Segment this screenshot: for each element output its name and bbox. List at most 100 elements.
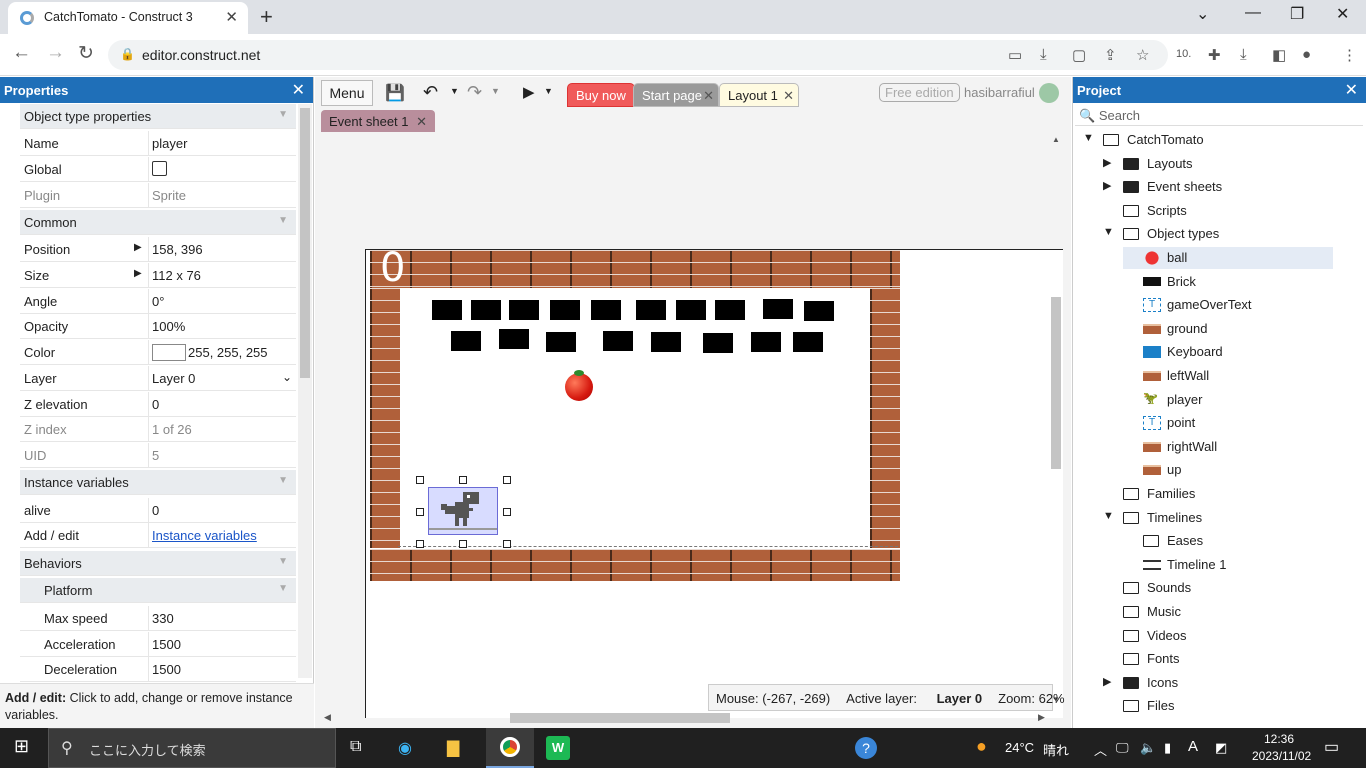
browser-tab[interactable]: CatchTomato - Construct 3 ✕	[8, 2, 248, 34]
volume-icon[interactable]: 🔈	[1140, 740, 1156, 756]
brick[interactable]	[651, 332, 681, 352]
tree-item-ground[interactable]: ground	[1123, 318, 1333, 340]
properties-category[interactable]: Object type properties ▼	[20, 104, 296, 129]
tree-item-layouts[interactable]: ▶ Layouts	[1103, 153, 1333, 175]
taskbar-search[interactable]: ⚲ ここに入力して検索	[48, 728, 336, 768]
username[interactable]: hasibarrafiul	[964, 85, 1035, 100]
undo-dropdown-icon[interactable]: ▼	[450, 86, 459, 96]
property-value[interactable]: 158, 396	[152, 242, 203, 257]
property-value[interactable]: 100%	[152, 319, 185, 334]
property-value[interactable]: 0	[152, 397, 159, 412]
menu-button[interactable]: Menu	[321, 80, 373, 106]
brick[interactable]	[636, 300, 666, 320]
minimize-icon[interactable]: —	[1245, 4, 1261, 22]
brick[interactable]	[591, 300, 621, 320]
property-row[interactable]: Max speed 330	[20, 606, 296, 631]
brick[interactable]	[676, 300, 706, 320]
property-row[interactable]: Position ▶ 158, 396	[20, 237, 296, 262]
buy-now-button[interactable]: Buy now	[567, 83, 635, 107]
brick[interactable]	[703, 333, 733, 353]
viewport-horizontal-scrollbar[interactable]: ◀ ▶	[320, 711, 1048, 725]
tab-start-page[interactable]: Start page ✕	[633, 83, 719, 107]
property-row[interactable]: Z elevation 0	[20, 392, 296, 417]
free-edition-badge[interactable]: Free edition	[879, 83, 960, 102]
tree-item-leftwall[interactable]: leftWall	[1123, 365, 1333, 387]
avatar[interactable]	[1039, 83, 1059, 103]
property-value[interactable]: 1500	[152, 637, 181, 652]
tree-item-point[interactable]: Tpoint	[1123, 412, 1333, 434]
left-wall[interactable]	[370, 288, 400, 548]
score-text[interactable]: 0	[380, 245, 405, 291]
extension-badge-icon[interactable]: 10.	[1176, 48, 1191, 60]
property-value[interactable]: Instance variables	[152, 528, 257, 543]
property-row[interactable]: Z index 1 of 26	[20, 417, 296, 442]
brick[interactable]	[751, 332, 781, 352]
tree-item-fonts[interactable]: Fonts	[1103, 648, 1333, 670]
collapse-icon[interactable]: ▼	[1083, 132, 1094, 144]
expand-icon[interactable]: ▶	[1103, 156, 1111, 169]
layer-dropdown-icon[interactable]: ⌄	[282, 370, 292, 384]
collapse-icon[interactable]: ▼	[278, 475, 288, 486]
network-icon[interactable]: 🖵	[1116, 740, 1129, 756]
close-layout-1-icon[interactable]: ✕	[783, 88, 794, 104]
close-event-sheet-icon[interactable]: ✕	[416, 114, 427, 129]
ground[interactable]	[370, 549, 900, 581]
tree-item-event-sheets[interactable]: ▶ Event sheets	[1103, 176, 1333, 198]
reload-icon[interactable]: ↻	[78, 42, 94, 65]
tab-search-icon[interactable]: ⌄	[1196, 4, 1209, 24]
preview-play-icon[interactable]: ▶	[523, 83, 535, 101]
notifications-icon[interactable]: ▭	[1324, 737, 1339, 757]
property-value[interactable]: 330	[152, 611, 174, 626]
property-value[interactable]: 1 of 26	[152, 422, 192, 437]
property-row[interactable]: Opacity 100%	[20, 314, 296, 339]
expand-icon[interactable]: ▶	[1103, 179, 1111, 192]
save-page-icon[interactable]: ▭	[1008, 46, 1022, 64]
tree-item-icons[interactable]: ▶ Icons	[1103, 672, 1333, 694]
clock-date[interactable]: 2023/11/02	[1252, 749, 1311, 763]
quick-assist-icon[interactable]: ?	[855, 737, 877, 759]
ime-mode[interactable]: A	[1188, 738, 1198, 755]
property-row[interactable]: Size ▶ 112 x 76	[20, 263, 296, 288]
brick[interactable]	[550, 300, 580, 320]
ball-tomato[interactable]	[565, 370, 593, 401]
chrome-taskbar-button[interactable]	[486, 728, 534, 768]
brick[interactable]	[432, 300, 462, 320]
property-row[interactable]: Add / edit Instance variables	[20, 523, 296, 548]
edge-icon[interactable]: ◉	[398, 738, 412, 758]
downloads-icon[interactable]: ⤓	[1240, 46, 1247, 63]
clock-time[interactable]: 12:36	[1264, 732, 1294, 746]
property-row[interactable]: Angle 0°	[20, 289, 296, 314]
property-value[interactable]: 0°	[152, 294, 164, 309]
up-wall[interactable]	[370, 250, 900, 288]
extensions-icon[interactable]: ✚	[1208, 46, 1221, 64]
page-info-icon[interactable]: ▢	[1072, 46, 1086, 64]
resize-handle[interactable]	[459, 540, 467, 548]
collapse-icon[interactable]: ▼	[278, 109, 288, 120]
tree-item-catchtomato[interactable]: ▼ CatchTomato	[1083, 129, 1333, 151]
expand-icon[interactable]: ▶	[134, 268, 142, 279]
tree-item-timelines[interactable]: ▼ Timelines	[1103, 507, 1333, 529]
property-value[interactable]: 0	[152, 503, 159, 518]
expand-icon[interactable]: ▶	[1103, 675, 1111, 688]
battery-icon[interactable]: ▮	[1164, 740, 1171, 756]
viewport-vertical-thumb[interactable]	[1051, 297, 1061, 469]
close-properties-icon[interactable]: ✕	[292, 80, 305, 100]
properties-scrollbar-thumb[interactable]	[300, 108, 310, 378]
tree-item-brick[interactable]: Brick	[1123, 271, 1333, 293]
brick[interactable]	[499, 329, 529, 349]
properties-category[interactable]: Behaviors ▼	[20, 551, 296, 576]
property-row[interactable]: Name player	[20, 131, 296, 156]
file-explorer-icon[interactable]: ▇	[447, 738, 459, 758]
bookmark-star-icon[interactable]: ☆	[1136, 46, 1149, 64]
viewport-vertical-scrollbar[interactable]: ▲ ▼	[1049, 133, 1063, 710]
scroll-left-icon[interactable]: ◀	[324, 712, 331, 723]
viewport-horizontal-thumb[interactable]	[510, 713, 730, 723]
side-panel-icon[interactable]: ◧	[1272, 46, 1286, 64]
brick[interactable]	[603, 331, 633, 351]
property-row[interactable]: Deceleration 1500	[20, 657, 296, 682]
resize-handle[interactable]	[416, 508, 424, 516]
property-row[interactable]: UID 5	[20, 443, 296, 468]
layout-viewport[interactable]: 0	[320, 133, 1063, 718]
property-row[interactable]: Plugin Sprite	[20, 183, 296, 208]
tree-item-families[interactable]: Families	[1103, 483, 1333, 505]
